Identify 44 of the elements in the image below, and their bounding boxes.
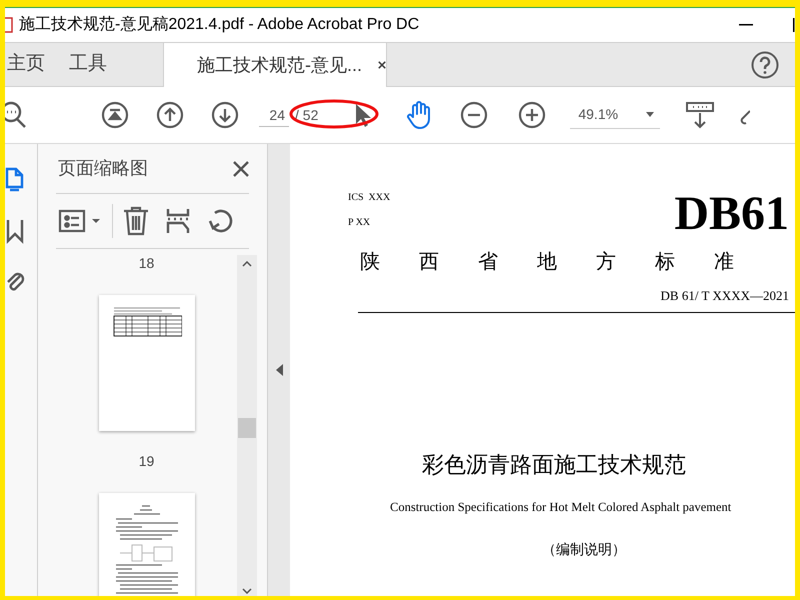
standard-code: DB61: [674, 190, 789, 238]
close-icon[interactable]: [378, 60, 386, 70]
minimize-icon[interactable]: [739, 24, 753, 26]
ruler-down-icon[interactable]: [686, 101, 714, 129]
page-number-label: 18: [138, 254, 154, 273]
zoom-dropdown[interactable]: 49.1%: [570, 101, 660, 129]
previous-page-icon[interactable]: [156, 101, 184, 129]
document-title: 彩色沥青路面施工技术规范: [421, 452, 687, 480]
search-icon[interactable]: [5, 101, 27, 129]
tab[interactable]: 工具: [69, 43, 107, 86]
document-note: （编制说明）: [541, 541, 627, 560]
first-page-icon[interactable]: [101, 101, 129, 129]
pdf-file-icon: [5, 17, 13, 33]
caret-icon: [646, 112, 654, 117]
window-title: 施工技术规范-意见稿2021.4.pdf - Adobe Acrobat Pro DC: [19, 14, 420, 35]
document-subtitle: Construction Specifications for Hot Melt Colored Asphalt pavement: [389, 498, 732, 516]
collapse-arrow-icon[interactable]: [276, 364, 282, 376]
split-page-icon[interactable]: [165, 207, 191, 235]
chevron-down-icon[interactable]: [242, 588, 252, 594]
zoom-out-icon[interactable]: [460, 101, 488, 129]
chevron-up-icon[interactable]: [242, 261, 252, 267]
scrollbar-thumb[interactable]: [238, 418, 256, 438]
bookmark-icon[interactable]: [5, 218, 25, 244]
tab[interactable]: 主页: [7, 43, 45, 86]
close-icon[interactable]: [233, 160, 249, 176]
page-thumbnail[interactable]: [98, 493, 194, 596]
page-thumbnail[interactable]: [98, 295, 194, 431]
scrollbar[interactable]: [237, 255, 257, 596]
ics-code: ICS XXX: [348, 191, 392, 205]
next-page-icon[interactable]: [211, 101, 239, 129]
page-number-label: 19: [138, 452, 154, 471]
page-number-field[interactable]: 24: [259, 103, 289, 127]
trash-icon[interactable]: [123, 206, 149, 236]
classification-code: P XX: [348, 216, 372, 230]
help-icon[interactable]: [751, 50, 779, 78]
page-icon[interactable]: [5, 166, 25, 192]
table-thumbnail-drawing: [112, 307, 182, 337]
standard-number: DB 61/ T XXXX—2021: [660, 287, 790, 305]
tab[interactable]: 施工技术规范-意见...: [163, 43, 387, 87]
rotate-icon[interactable]: [207, 207, 235, 235]
issuing-authority: 陕西省地方标准: [360, 248, 774, 275]
options-menu-icon[interactable]: [58, 208, 102, 234]
panel-title: 页面缩略图: [58, 157, 148, 180]
zoom-in-icon[interactable]: [518, 101, 546, 129]
